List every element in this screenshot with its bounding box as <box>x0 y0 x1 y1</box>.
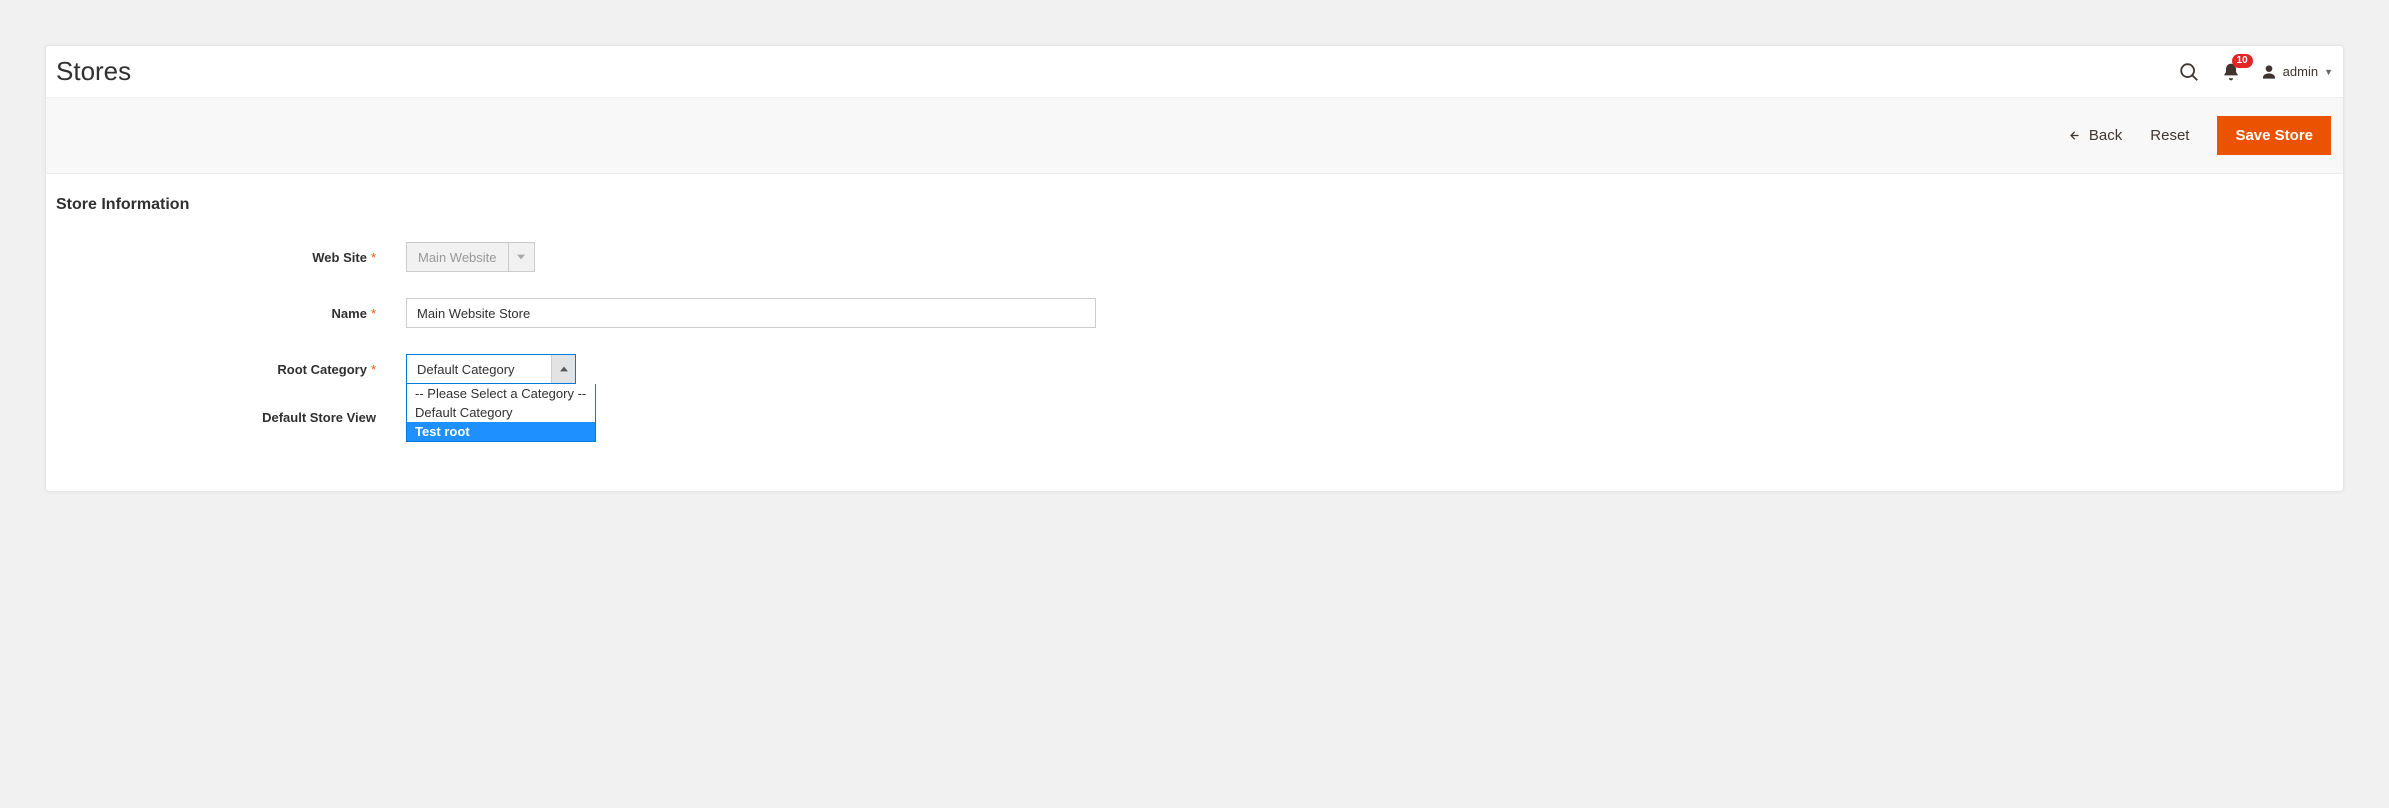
row-root-category: Root Category* Default Category -- Pleas… <box>56 354 2333 384</box>
page-title: Stores <box>56 56 131 87</box>
reset-button[interactable]: Reset <box>2150 127 2189 144</box>
required-asterisk: * <box>371 362 376 377</box>
back-label: Back <box>2089 127 2122 144</box>
dropdown-option[interactable]: -- Please Select a Category -- <box>407 384 595 403</box>
page-header: Stores 10 admin ▼ <box>46 46 2343 97</box>
chevron-down-icon: ▼ <box>2324 67 2333 77</box>
username-label: admin <box>2283 64 2318 79</box>
website-value: Main Website <box>407 243 508 271</box>
back-button[interactable]: Back <box>2066 127 2122 144</box>
website-select: Main Website <box>406 242 535 272</box>
root-category-select[interactable]: Default Category -- Please Select a Cate… <box>406 354 576 384</box>
notifications-icon[interactable]: 10 <box>2219 60 2243 84</box>
root-category-value: Default Category <box>407 355 551 383</box>
page-container: Stores 10 admin ▼ Back Reset Save Store … <box>45 45 2344 492</box>
row-name: Name* <box>56 298 2333 328</box>
save-button[interactable]: Save Store <box>2217 116 2331 155</box>
header-actions: 10 admin ▼ <box>2177 60 2333 84</box>
chevron-up-icon[interactable] <box>551 355 575 383</box>
store-information-section: Store Information Web Site* Main Website… <box>46 174 2343 491</box>
root-category-dropdown: -- Please Select a Category --Default Ca… <box>406 384 596 442</box>
dropdown-option[interactable]: Test root <box>407 422 595 441</box>
notification-badge: 10 <box>2232 54 2253 68</box>
row-website: Web Site* Main Website <box>56 242 2333 272</box>
row-default-store-view: Default Store View <box>56 410 2333 425</box>
label-website: Web Site* <box>56 250 406 265</box>
section-title: Store Information <box>56 196 2333 214</box>
name-input[interactable] <box>406 298 1096 328</box>
action-toolbar: Back Reset Save Store <box>46 97 2343 174</box>
user-menu[interactable]: admin ▼ <box>2261 64 2333 80</box>
required-asterisk: * <box>371 306 376 321</box>
label-default-store-view: Default Store View <box>56 410 406 425</box>
label-name: Name* <box>56 306 406 321</box>
label-root-category: Root Category* <box>56 362 406 377</box>
dropdown-option[interactable]: Default Category <box>407 403 595 422</box>
required-asterisk: * <box>371 250 376 265</box>
chevron-down-icon <box>508 243 534 271</box>
search-icon[interactable] <box>2177 60 2201 84</box>
